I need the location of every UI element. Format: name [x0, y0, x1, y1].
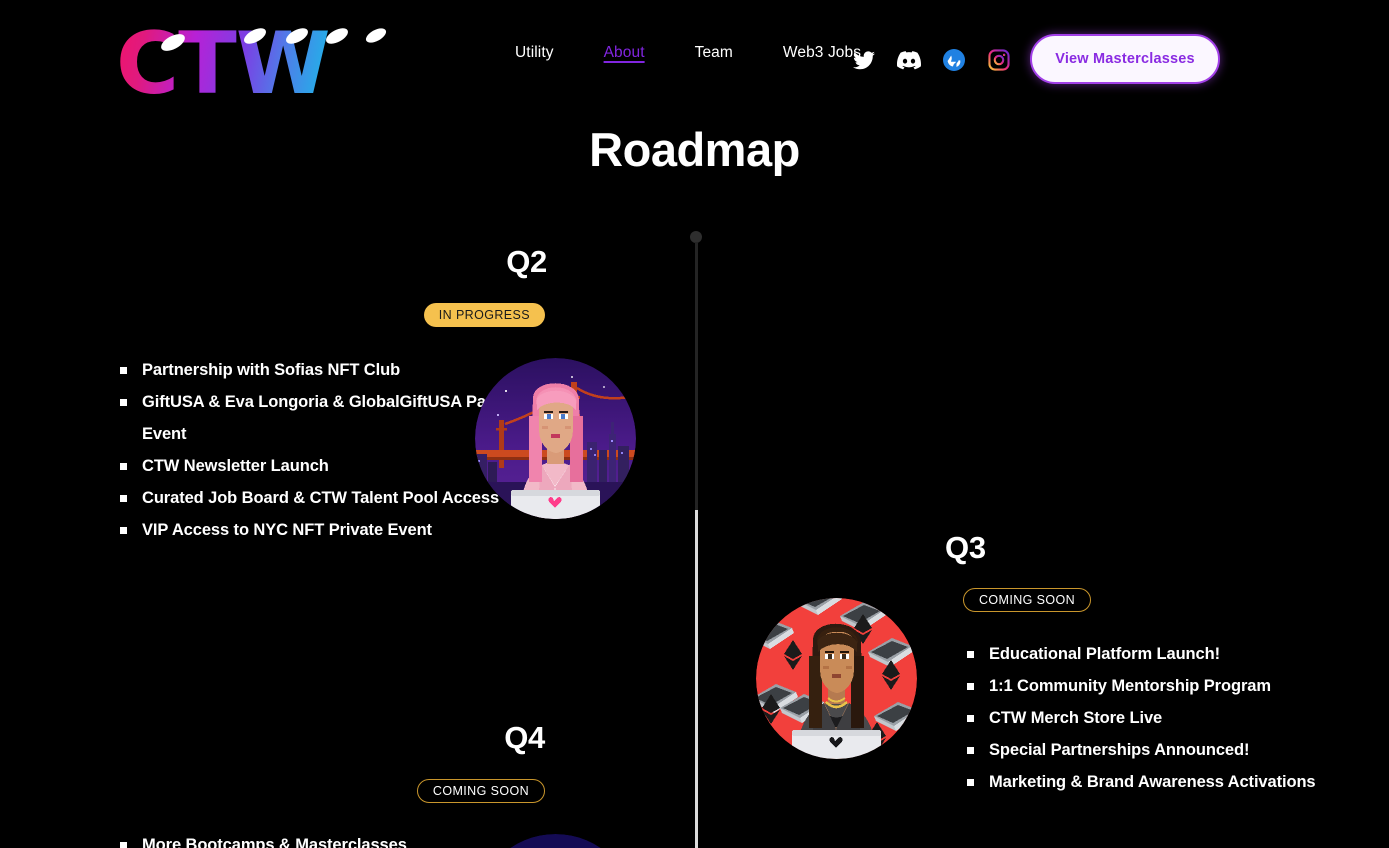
list-item: Marketing & Brand Awareness Activations: [963, 766, 1345, 798]
timeline-line-completed: [694, 242, 698, 510]
list-item: VIP Access to NYC NFT Private Event: [116, 514, 571, 546]
list-item: CTW Merch Store Live: [963, 702, 1345, 734]
list-item: Educational Platform Launch!: [963, 638, 1345, 670]
quarter-heading-q2: Q2: [506, 244, 547, 279]
roadmap-page: CTW Utility About Team Web3 Jobs View Ma…: [0, 0, 1389, 848]
quarter-heading-q3: Q3: [945, 530, 986, 565]
quarter-items-q3: Educational Platform Launch! 1:1 Communi…: [945, 638, 1345, 798]
nav-item-team[interactable]: Team: [670, 44, 758, 62]
main-nav: Utility About Team Web3 Jobs: [490, 44, 886, 62]
nav-item-about[interactable]: About: [579, 44, 670, 62]
quarter-status-row-q3: COMING SOON: [945, 588, 1345, 612]
status-badge-q4: COMING SOON: [416, 779, 545, 803]
roadmap-quarter-q4: Q4 COMING SOON More Bootcamps & Mastercl…: [116, 720, 571, 848]
twitter-icon[interactable]: [852, 48, 876, 72]
nav-item-utility[interactable]: Utility: [490, 44, 579, 62]
list-item: More Bootcamps & Masterclasses: [116, 829, 571, 848]
quarter-avatar-q3: [756, 598, 917, 759]
quarter-heading-q4: Q4: [504, 720, 545, 755]
timeline-line-upcoming: [694, 510, 698, 848]
status-badge-q3: COMING SOON: [963, 588, 1092, 612]
roadmap-quarter-q3: Q3 COMING SOON Educational Platform Laun…: [945, 530, 1345, 798]
social-links: [852, 48, 1011, 72]
quarter-avatar-q2: [475, 358, 636, 519]
quarter-items-q4: More Bootcamps & Masterclasses: [116, 829, 571, 848]
page-title: Roadmap: [589, 123, 800, 176]
quarter-status-row-q4: COMING SOON: [116, 779, 571, 803]
instagram-icon[interactable]: [987, 48, 1011, 72]
logo-shine-w3: [363, 25, 389, 46]
view-masterclasses-button[interactable]: View Masterclasses: [1030, 34, 1220, 84]
discord-icon[interactable]: [897, 48, 921, 72]
opensea-icon[interactable]: [942, 48, 966, 72]
list-item: 1:1 Community Mentorship Program: [963, 670, 1345, 702]
status-badge-q2: IN PROGRESS: [423, 303, 545, 327]
list-item: Special Partnerships Announced!: [963, 734, 1345, 766]
quarter-status-row-q2: IN PROGRESS: [116, 303, 571, 327]
site-header: CTW Utility About Team Web3 Jobs View Ma…: [0, 0, 1389, 120]
ctw-logo[interactable]: CTW: [116, 14, 331, 114]
